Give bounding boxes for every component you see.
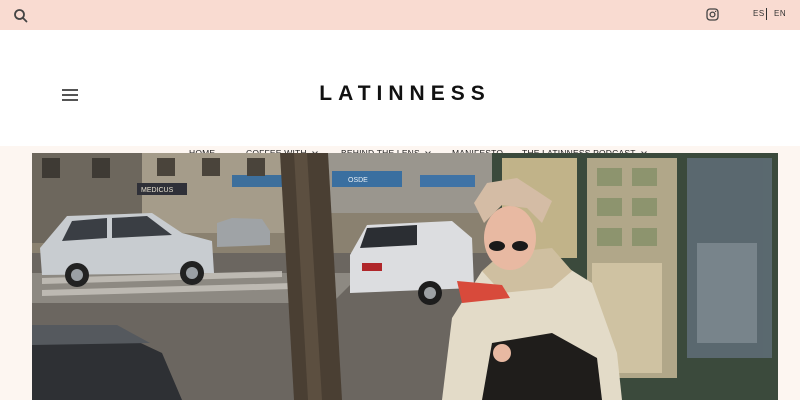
language-es-link[interactable]: ES — [753, 9, 765, 18]
sign-osde: OSDE — [348, 177, 368, 184]
site-header: LATINNESS HOME COFFEE WITH BEHIND THE LE… — [0, 30, 800, 158]
site-logo[interactable]: LATINNESS — [0, 82, 800, 106]
instagram-icon[interactable] — [706, 8, 719, 21]
sign-medicus: MEDICUS — [141, 187, 174, 194]
street-photo: MEDICUS OSDE — [32, 153, 778, 400]
language-divider — [766, 8, 767, 20]
search-icon[interactable] — [13, 8, 29, 24]
hero-image[interactable]: MEDICUS OSDE — [32, 153, 778, 400]
top-bar: ES EN — [0, 0, 800, 30]
language-en-link[interactable]: EN — [774, 9, 786, 18]
